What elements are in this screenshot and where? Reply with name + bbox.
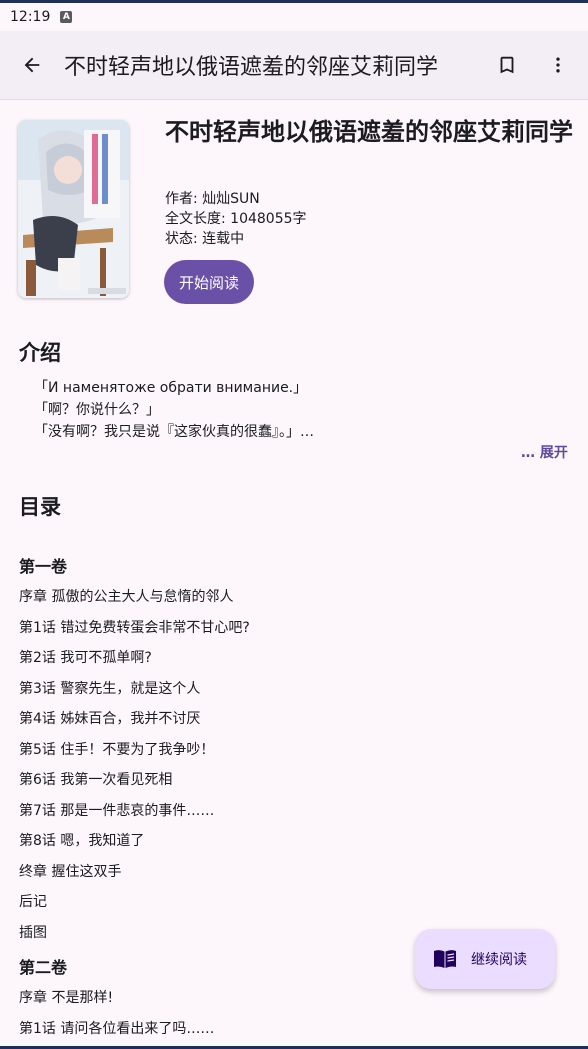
more-vert-icon <box>556 57 560 73</box>
chapter-item[interactable]: 第1话 请问各位看出来了吗…… <box>19 1018 214 1038</box>
chapter-item[interactable]: 第7话 那是一件悲哀的事件…… <box>19 800 214 820</box>
book-cover-image <box>18 120 129 298</box>
intro-line: 「И наменятоже обрати внимание.」 <box>34 380 308 396</box>
book-status: 状态: 连载中 <box>165 231 245 247</box>
bookmark-button[interactable] <box>496 53 518 77</box>
top-app-bar: 不时轻声地以俄语遮羞的邻座艾莉同学 <box>0 31 588 99</box>
intro-line: 「啊？你说什么？」 <box>34 402 160 418</box>
volume-title: 第一卷 <box>19 557 68 576</box>
app-bar-title: 不时轻声地以俄语遮羞的邻座艾莉同学 <box>64 55 439 80</box>
chapter-item[interactable]: 序章 孤傲的公主大人与怠惰的邻人 <box>19 586 233 606</box>
intro-line: 「没有啊？我只是说『这家伙真的很蠢』。」… <box>34 424 314 440</box>
chapter-item[interactable]: 第2话 我可不孤单啊? <box>19 647 152 667</box>
toc-heading: 目录 <box>19 495 61 519</box>
chapter-item[interactable]: 插图 <box>19 922 47 942</box>
chapter-item[interactable]: 第8话 嗯，我知道了 <box>19 830 144 850</box>
cover-illustration <box>18 120 129 298</box>
notification-a-icon: A <box>60 11 73 23</box>
chapter-item[interactable]: 第4话 姊妹百合，我并不讨厌 <box>19 708 200 728</box>
start-reading-button[interactable]: 开始阅读 <box>164 260 254 304</box>
status-bar: 12:19 A <box>0 3 588 31</box>
book-length: 全文长度: 1048055字 <box>165 211 307 227</box>
fab-label: 继续阅读 <box>471 952 527 968</box>
expand-intro-link[interactable]: … 展开 <box>521 442 568 462</box>
status-time: 12:19 <box>10 9 51 25</box>
app-bar-divider <box>0 99 588 100</box>
continue-reading-fab[interactable]: 继续阅读 <box>415 929 555 989</box>
chapter-item[interactable]: 第1话 错过免费转蛋会非常不甘心吧? <box>19 617 250 637</box>
book-title: 不时轻声地以俄语遮羞的邻座艾莉同学 <box>165 118 573 146</box>
bookmark-outline-icon <box>500 56 514 74</box>
chapter-item[interactable]: 第6话 我第一次看见死相 <box>19 769 172 789</box>
chapter-item[interactable]: 第3话 警察先生，就是这个人 <box>19 678 200 698</box>
chapter-item[interactable]: 后记 <box>19 891 47 911</box>
more-options-button[interactable] <box>548 53 568 77</box>
chapter-item[interactable]: 终章 握住这双手 <box>19 861 121 881</box>
chapter-item[interactable]: 序章 不是那样! <box>19 987 113 1007</box>
book-author: 作者: 灿灿SUN <box>165 191 260 207</box>
volume-title: 第二卷 <box>19 958 68 977</box>
intro-heading: 介绍 <box>19 341 61 365</box>
menu-book-icon <box>434 950 456 968</box>
arrow-back-icon <box>24 57 40 73</box>
chapter-item[interactable]: 第5话 住手！不要为了我争吵！ <box>19 739 214 759</box>
back-button[interactable] <box>20 53 44 77</box>
